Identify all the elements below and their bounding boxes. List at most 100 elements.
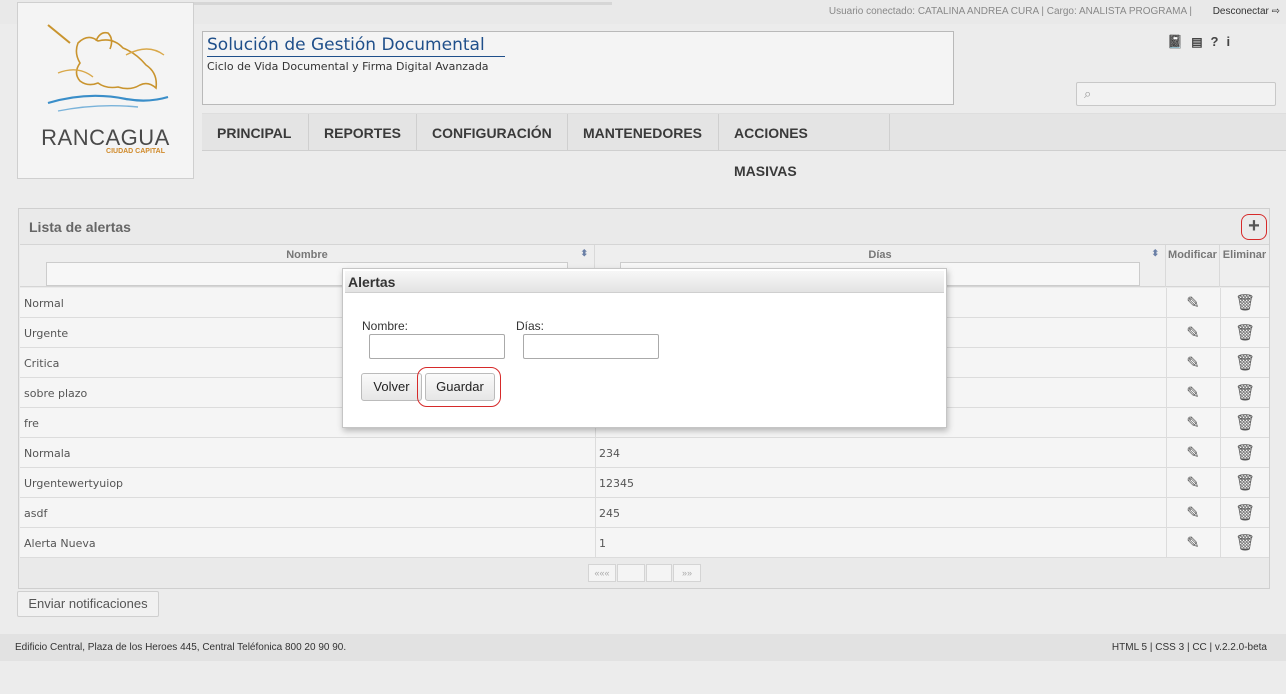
pager: ««« »» bbox=[20, 558, 1269, 588]
row-nombre: asdf bbox=[24, 507, 48, 520]
app-subtitle: Ciclo de Vida Documental y Firma Digital… bbox=[207, 60, 489, 73]
pager-first-button[interactable]: ««« bbox=[588, 564, 616, 582]
search-icon: ⌕ bbox=[1084, 86, 1092, 101]
edit-icon[interactable]: ✎ bbox=[1183, 443, 1203, 463]
cell-divider bbox=[1166, 438, 1167, 468]
edit-icon[interactable]: ✎ bbox=[1183, 323, 1203, 343]
column-dias-label: Días bbox=[868, 249, 892, 261]
pager-next-button[interactable] bbox=[646, 564, 672, 582]
edit-icon[interactable]: ✎ bbox=[1183, 413, 1203, 433]
cell-divider bbox=[1220, 318, 1221, 348]
cell-divider bbox=[595, 468, 596, 498]
table-row[interactable]: Urgentewertyuiop 12345 ✎ 🗑 bbox=[20, 468, 1269, 498]
dias-input[interactable] bbox=[523, 334, 659, 359]
cell-divider bbox=[595, 438, 596, 468]
table-row[interactable]: Normala 234 ✎ 🗑 bbox=[20, 438, 1269, 468]
app-title-box: Solución de Gestión Documental Ciclo de … bbox=[202, 31, 954, 105]
row-nombre: Alerta Nueva bbox=[24, 537, 96, 550]
trash-icon[interactable]: 🗑 bbox=[1235, 473, 1255, 493]
cell-divider bbox=[1166, 378, 1167, 408]
nav-principal[interactable]: PRINCIPAL bbox=[202, 114, 309, 151]
column-nombre-label: Nombre bbox=[286, 249, 328, 261]
cell-divider bbox=[1166, 498, 1167, 528]
nombre-input[interactable] bbox=[369, 334, 505, 359]
cell-divider bbox=[1220, 378, 1221, 408]
edit-icon[interactable]: ✎ bbox=[1183, 473, 1203, 493]
footer: Edificio Central, Plaza de los Heroes 44… bbox=[0, 634, 1286, 661]
edit-icon[interactable]: ✎ bbox=[1183, 353, 1203, 373]
column-eliminar-label: Eliminar bbox=[1222, 249, 1267, 261]
row-nombre: Normal bbox=[24, 297, 64, 310]
pager-last-button[interactable]: »» bbox=[673, 564, 701, 582]
send-notifications-button[interactable]: Enviar notificaciones bbox=[17, 591, 159, 617]
search-input[interactable]: ⌕ bbox=[1076, 82, 1276, 106]
nav-configuracion[interactable]: CONFIGURACIÓN bbox=[417, 114, 568, 151]
trash-icon[interactable]: 🗑 bbox=[1235, 383, 1255, 403]
cell-divider bbox=[595, 498, 596, 528]
footer-address: Edificio Central, Plaza de los Heroes 44… bbox=[15, 642, 347, 653]
edit-icon[interactable]: ✎ bbox=[1183, 503, 1203, 523]
cell-divider bbox=[1166, 408, 1167, 438]
logo-subbrand: CIUDAD CAPITAL bbox=[106, 148, 165, 155]
dias-label: Días: bbox=[516, 319, 545, 333]
row-dias: 1 bbox=[599, 537, 606, 550]
pager-prev-button[interactable] bbox=[617, 564, 645, 582]
help-icon[interactable]: ? bbox=[1211, 34, 1219, 49]
save-button[interactable]: Guardar bbox=[425, 373, 495, 401]
nombre-label: Nombre: bbox=[362, 319, 409, 333]
cell-divider bbox=[1220, 528, 1221, 558]
trash-icon[interactable]: 🗑 bbox=[1235, 323, 1255, 343]
cell-divider bbox=[1166, 318, 1167, 348]
cell-divider bbox=[1166, 468, 1167, 498]
back-button[interactable]: Volver bbox=[361, 373, 422, 401]
trash-icon[interactable]: 🗑 bbox=[1235, 503, 1255, 523]
column-eliminar: Eliminar bbox=[1220, 245, 1269, 287]
disconnect-link[interactable]: Desconectar ⇨ bbox=[1213, 6, 1280, 17]
cell-divider bbox=[1166, 528, 1167, 558]
sort-icon[interactable]: ⬍ bbox=[1151, 248, 1159, 259]
column-modificar-label: Modificar bbox=[1168, 249, 1217, 261]
trash-icon[interactable]: 🗑 bbox=[1235, 533, 1255, 553]
row-nombre: Critica bbox=[24, 357, 60, 370]
main-nav: PRINCIPAL REPORTES CONFIGURACIÓN MANTENE… bbox=[202, 113, 1286, 179]
catalog-icon[interactable]: ▤ bbox=[1191, 35, 1202, 49]
info-icon[interactable]: i bbox=[1226, 34, 1230, 49]
cell-divider bbox=[1220, 498, 1221, 528]
dialog-title: Alertas bbox=[345, 271, 944, 293]
nav-acciones-masivas[interactable]: ACCIONES MASIVAS bbox=[719, 114, 890, 179]
cell-divider bbox=[595, 528, 596, 558]
trash-icon[interactable]: 🗑 bbox=[1235, 443, 1255, 463]
edit-icon[interactable]: ✎ bbox=[1183, 383, 1203, 403]
alerts-dialog: Alertas Nombre: Días: Volver Guardar bbox=[342, 268, 947, 428]
panel-title: Lista de alertas bbox=[29, 219, 131, 235]
row-nombre: fre bbox=[24, 417, 39, 430]
row-nombre: Urgente bbox=[24, 327, 69, 340]
edit-icon[interactable]: ✎ bbox=[1183, 533, 1203, 553]
table-row[interactable]: Alerta Nueva 1 ✎ 🗑 bbox=[20, 528, 1269, 558]
row-nombre: sobre plazo bbox=[24, 387, 88, 400]
nav-mantenedores[interactable]: MANTENEDORES bbox=[568, 114, 719, 151]
footer-version: HTML 5 | CSS 3 | CC | v.2.2.0-beta bbox=[1111, 642, 1267, 653]
row-dias: 12345 bbox=[599, 477, 634, 490]
cell-divider bbox=[1220, 288, 1221, 318]
cell-divider bbox=[1166, 288, 1167, 318]
logo[interactable]: RANCAGUA CIUDAD CAPITAL bbox=[17, 2, 194, 179]
row-dias: 245 bbox=[599, 507, 620, 520]
cell-divider bbox=[1220, 408, 1221, 438]
app-title: Solución de Gestión Documental bbox=[207, 35, 505, 57]
trash-icon[interactable]: 🗑 bbox=[1235, 293, 1255, 313]
edit-icon[interactable]: ✎ bbox=[1183, 293, 1203, 313]
cell-divider bbox=[1166, 348, 1167, 378]
table-row[interactable]: asdf 245 ✎ 🗑 bbox=[20, 498, 1269, 528]
user-info: Usuario conectado: CATALINA ANDREA CURA … bbox=[828, 6, 1192, 17]
row-nombre: Urgentewertyuiop bbox=[24, 477, 124, 490]
horseman-logo-icon bbox=[47, 24, 169, 112]
trash-icon[interactable]: 🗑 bbox=[1235, 413, 1255, 433]
header-icons: 📓 ▤? i bbox=[1167, 34, 1238, 50]
add-alert-button[interactable]: + bbox=[1241, 214, 1267, 240]
sort-icon[interactable]: ⬍ bbox=[580, 248, 588, 259]
trash-icon[interactable]: 🗑 bbox=[1235, 353, 1255, 373]
nav-reportes[interactable]: REPORTES bbox=[309, 114, 417, 151]
book-icon[interactable]: 📓 bbox=[1167, 34, 1183, 50]
top-divider bbox=[194, 2, 612, 5]
